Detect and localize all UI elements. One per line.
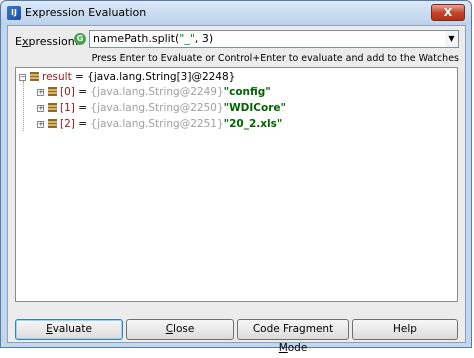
expand-item-2-icon[interactable]: + [37, 121, 44, 128]
array-field-icon [30, 72, 39, 81]
expand-item-0-icon[interactable]: + [37, 89, 44, 96]
tree-connector [23, 81, 24, 131]
dialog-body: Expression: G namePath.split("_", 3) ▼ P… [7, 25, 466, 354]
code-fragment-mode-button[interactable]: Code Fragment Mode [237, 319, 349, 354]
collapse-root-icon[interactable]: − [19, 74, 26, 81]
expression-input[interactable]: namePath.split("_", 3) [89, 30, 446, 48]
item-eq: = [74, 118, 91, 130]
evaluate-hint: Press Enter to Evaluate or Control+Enter… [91, 53, 459, 64]
help-button[interactable]: Help [352, 319, 458, 340]
close-window-button[interactable]: X [431, 4, 465, 21]
expression-evaluation-dialog: IJ Expression Evaluation X Expression: G… [0, 0, 472, 354]
field-icon [48, 87, 57, 96]
close-button[interactable]: Close [126, 319, 234, 340]
chevron-down-icon: ▼ [448, 34, 455, 43]
item-value: "config" [223, 86, 271, 98]
item-value: "WDICore" [223, 102, 286, 114]
item-type: {java.lang.String@2250} [90, 102, 224, 114]
item-eq: = [74, 86, 91, 98]
item-eq: = [74, 102, 91, 114]
item-value: "20_2.xls" [223, 118, 283, 130]
expression-text-prefix: namePath.split( [93, 32, 180, 45]
expand-item-1-icon[interactable]: + [37, 105, 44, 112]
item-type: {java.lang.String@2249} [90, 86, 224, 98]
item-type: {java.lang.String@2251} [90, 118, 224, 130]
tree-row-result[interactable]: result = {java.lang.String[3]@2248} [30, 70, 235, 84]
expression-label: Expression: [15, 35, 79, 48]
expression-string-literal: "_" [179, 32, 195, 45]
evaluate-button[interactable]: Evaluate [15, 319, 123, 340]
tree-row-item-1[interactable]: [1] = {java.lang.String@2250}"WDICore" [48, 101, 286, 115]
title-bar[interactable]: IJ Expression Evaluation X [1, 1, 471, 25]
item-index: [2] [60, 118, 75, 130]
scope-g-icon: G [74, 33, 86, 45]
result-tree[interactable]: − result = {java.lang.String[3]@2248} + … [15, 67, 458, 302]
window-title: Expression Evaluation [25, 6, 147, 19]
field-icon [48, 103, 57, 112]
item-index: [0] [60, 86, 75, 98]
history-dropdown-button[interactable]: ▼ [445, 30, 459, 48]
expression-text-suffix: , 3) [194, 32, 214, 45]
field-icon [48, 119, 57, 128]
root-eq: = [71, 71, 88, 83]
tree-row-item-0[interactable]: [0] = {java.lang.String@2249}"config" [48, 85, 271, 99]
tree-row-item-2[interactable]: [2] = {java.lang.String@2251}"20_2.xls" [48, 117, 282, 131]
root-value: {java.lang.String[3]@2248} [87, 71, 236, 83]
intellij-app-icon: IJ [7, 6, 21, 20]
item-index: [1] [60, 102, 75, 114]
root-name: result [42, 71, 72, 83]
